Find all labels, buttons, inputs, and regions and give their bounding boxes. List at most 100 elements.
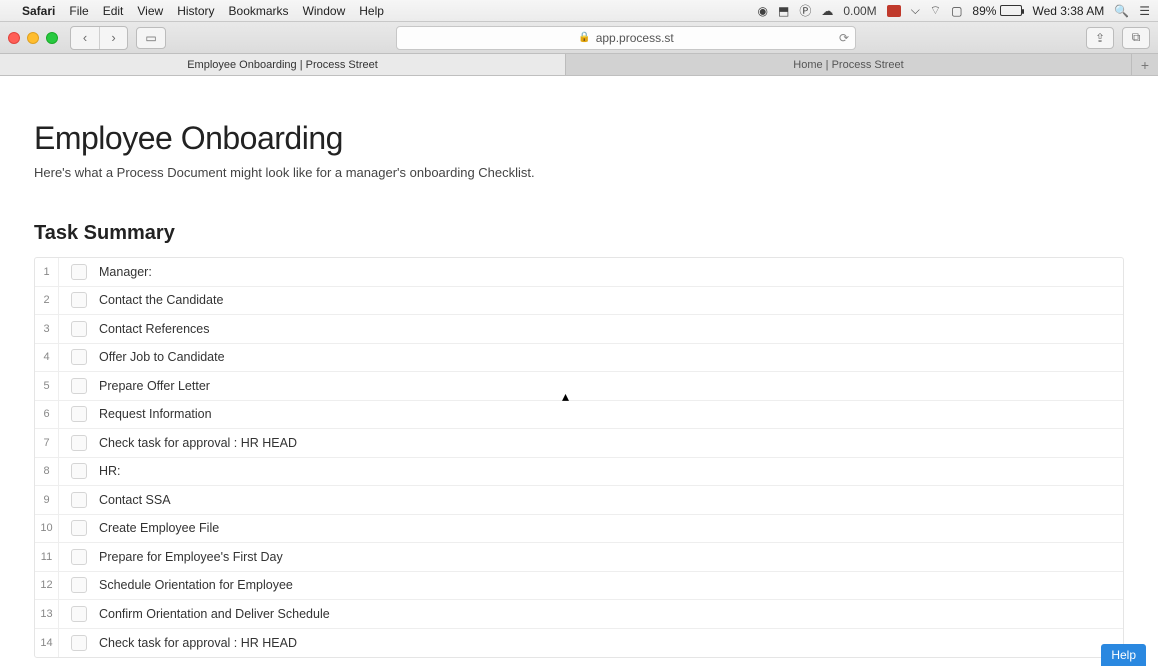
menubar-app-name[interactable]: Safari	[22, 4, 55, 18]
safari-toolbar: ‹ › ▭ 🔒 app.process.st ⟳ ⇪ ⧉	[0, 22, 1158, 54]
page-content: Employee Onboarding Here's what a Proces…	[0, 76, 1158, 658]
task-checkbox[interactable]	[71, 292, 87, 308]
task-row[interactable]: 7 Check task for approval : HR HEAD	[35, 429, 1123, 458]
lock-icon: 🔒	[578, 32, 590, 43]
back-button[interactable]: ‹	[71, 27, 99, 49]
task-row[interactable]: 12 Schedule Orientation for Employee	[35, 572, 1123, 601]
status-icon-p[interactable]: Ⓟ	[799, 2, 811, 19]
task-row[interactable]: 11Prepare for Employee's First Day	[35, 543, 1123, 572]
forward-button[interactable]: ›	[99, 27, 127, 49]
task-label: Contact SSA	[99, 493, 1123, 507]
task-number: 7	[35, 429, 59, 457]
task-checkbox[interactable]	[71, 492, 87, 508]
task-checkbox[interactable]	[71, 606, 87, 622]
address-url: app.process.st	[596, 31, 674, 45]
task-number: 8	[35, 458, 59, 486]
task-checkbox[interactable]	[71, 463, 87, 479]
task-number: 13	[35, 600, 59, 628]
task-label: Create Employee File	[99, 521, 1123, 535]
task-list: 1Manager:2 Contact the Candidate 3 Contact …	[34, 257, 1124, 658]
menubar-item-window[interactable]: Window	[303, 4, 346, 18]
address-bar[interactable]: 🔒 app.process.st ⟳	[396, 26, 856, 50]
task-row[interactable]: 13 Confirm Orientation and Deliver Schedu…	[35, 600, 1123, 629]
task-row[interactable]: 3 Contact References	[35, 315, 1123, 344]
task-row[interactable]: 8 HR:	[35, 458, 1123, 487]
spotlight-icon[interactable]: 🔍	[1114, 4, 1129, 18]
task-checkbox[interactable]	[71, 520, 87, 536]
share-button[interactable]: ⇪	[1086, 27, 1114, 49]
task-row[interactable]: 9 Contact SSA	[35, 486, 1123, 515]
task-label: Confirm Orientation and Deliver Schedule	[99, 607, 1123, 621]
display-icon[interactable]: ▢	[951, 4, 962, 18]
help-button[interactable]: Help	[1101, 644, 1146, 666]
task-label: HR:	[99, 464, 1123, 478]
minimize-window-button[interactable]	[27, 32, 39, 44]
task-checkbox[interactable]	[71, 435, 87, 451]
page-title: Employee Onboarding	[34, 120, 1124, 157]
task-label: Contact References	[99, 322, 1123, 336]
task-number: 9	[35, 486, 59, 514]
status-icon-bluetooth[interactable]: ⌵	[911, 3, 920, 18]
task-label: Contact the Candidate	[99, 293, 1123, 307]
task-number: 5	[35, 372, 59, 400]
task-number: 10	[35, 515, 59, 543]
task-checkbox[interactable]	[71, 264, 87, 280]
menu-list-icon[interactable]: ☰	[1139, 4, 1150, 18]
browser-tab-label: Employee Onboarding | Process Street	[187, 59, 378, 71]
window-controls	[8, 32, 58, 44]
task-row[interactable]: 5 Prepare Offer Letter	[35, 372, 1123, 401]
browser-tab[interactable]: Home | Process Street	[566, 54, 1132, 75]
status-icon-cloud[interactable]: ☁	[821, 4, 833, 18]
task-number: 14	[35, 629, 59, 658]
battery-icon	[1000, 5, 1022, 16]
menubar-item-file[interactable]: File	[69, 4, 88, 18]
task-checkbox[interactable]	[71, 549, 87, 565]
close-window-button[interactable]	[8, 32, 20, 44]
battery-percent: 89%	[972, 4, 996, 18]
task-row[interactable]: 6Request Information	[35, 401, 1123, 430]
clock[interactable]: Wed 3:38 AM	[1032, 4, 1104, 18]
section-title: Task Summary	[34, 222, 1124, 245]
task-number: 12	[35, 572, 59, 600]
zoom-window-button[interactable]	[46, 32, 58, 44]
status-icon-recording[interactable]	[887, 5, 901, 17]
task-row[interactable]: 1Manager:	[35, 258, 1123, 287]
status-icon-mic[interactable]: ⬒	[778, 4, 789, 18]
task-number: 6	[35, 401, 59, 429]
task-checkbox[interactable]	[71, 349, 87, 365]
task-row[interactable]: 4 Offer Job to Candidate	[35, 344, 1123, 373]
task-number: 3	[35, 315, 59, 343]
task-checkbox[interactable]	[71, 378, 87, 394]
battery-status[interactable]: 89%	[972, 4, 1022, 18]
task-label: Schedule Orientation for Employee	[99, 578, 1123, 592]
task-checkbox[interactable]	[71, 635, 87, 651]
new-tab-button[interactable]: +	[1132, 54, 1158, 75]
wifi-icon[interactable]: ⌔	[930, 3, 941, 18]
menubar-item-edit[interactable]: Edit	[103, 4, 124, 18]
task-number: 4	[35, 344, 59, 372]
show-tabs-button[interactable]: ⧉	[1122, 27, 1150, 49]
menubar-item-bookmarks[interactable]: Bookmarks	[229, 4, 289, 18]
task-label: Offer Job to Candidate	[99, 350, 1123, 364]
task-row[interactable]: 14 Check task for approval : HR HEAD	[35, 629, 1123, 658]
page-subtitle: Here's what a Process Document might loo…	[34, 165, 1124, 180]
task-row[interactable]: 10 Create Employee File	[35, 515, 1123, 544]
task-label: Check task for approval : HR HEAD	[99, 636, 1123, 650]
task-row[interactable]: 2 Contact the Candidate	[35, 287, 1123, 316]
nav-buttons: ‹ ›	[70, 26, 128, 50]
task-checkbox[interactable]	[71, 321, 87, 337]
menubar-item-help[interactable]: Help	[359, 4, 384, 18]
mac-menubar: Safari File Edit View History Bookmarks …	[0, 0, 1158, 22]
task-number: 2	[35, 287, 59, 315]
reload-button[interactable]: ⟳	[839, 31, 849, 45]
task-label: Check task for approval : HR HEAD	[99, 436, 1123, 450]
task-checkbox[interactable]	[71, 577, 87, 593]
menubar-item-history[interactable]: History	[177, 4, 214, 18]
status-icon-ring[interactable]: ◉	[757, 4, 767, 18]
sidebar-toggle-button[interactable]: ▭	[136, 27, 166, 49]
task-checkbox[interactable]	[71, 406, 87, 422]
menubar-item-view[interactable]: View	[137, 4, 163, 18]
browser-tab-active[interactable]: Employee Onboarding | Process Street	[0, 54, 566, 75]
task-label: Manager:	[99, 265, 1123, 279]
task-label: Prepare Offer Letter	[99, 379, 1123, 393]
